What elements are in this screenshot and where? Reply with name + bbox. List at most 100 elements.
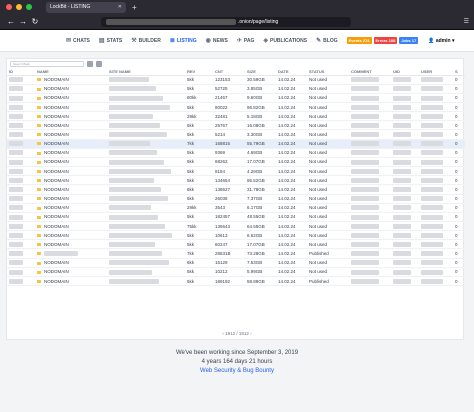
table-row[interactable]: NODOMAIN 5kk 52725 3.85GB 14.02.24 Not used 0 [7, 84, 465, 94]
prev-page-icon[interactable]: ‹ [222, 331, 224, 336]
redacted-uid [393, 168, 411, 174]
menu-item-listing[interactable]: ≣ LISTING [170, 37, 197, 45]
cell-comment [349, 203, 391, 213]
cell-date: 14.02.24 [276, 166, 307, 177]
table-row[interactable]: NODOMAIN 5kk 9369 4.69GB 14.02.24 Not used 0 [7, 148, 465, 158]
table-row[interactable]: NODOMAIN 5kk 134654 86.52GB 14.02.24 Not used… [7, 175, 465, 186]
chat-icon: ✉ [66, 38, 72, 44]
cell-name[interactable]: NODOMAIN [35, 84, 107, 94]
close-window-icon[interactable] [6, 4, 12, 10]
cell-site-name [107, 276, 185, 287]
cell-name[interactable]: NODOMAIN [35, 120, 107, 131]
redacted-comment [351, 113, 379, 119]
cell-site-name [107, 267, 185, 277]
redacted-comment [351, 159, 379, 165]
reload-icon[interactable]: ↻ [29, 17, 41, 26]
table-row[interactable]: NODOMAIN 7kk 168815 55.79GB 14.02.24 Not used… [7, 139, 465, 149]
pagination[interactable]: ‹ 1912 / 1912 › [0, 331, 474, 336]
menu-item-chats[interactable]: ✉ CHATS [66, 37, 90, 45]
cell-comment [349, 230, 391, 241]
cell-name[interactable]: NODOMAIN [35, 258, 107, 268]
cell-name[interactable]: NODOMAIN [35, 203, 107, 213]
table-row[interactable]: NODOMAIN 5kk 10613 6.62GB 14.02.24 Not used 0 [7, 230, 465, 241]
table-row[interactable]: NODOMAIN 80kk 21467 9.60GB 14.02.24 Not used 0 [7, 93, 465, 103]
forward-icon[interactable]: → [17, 17, 29, 26]
table-row[interactable]: NODOMAIN 75kk 135643 64.55GB 14.02.24 Not use… [7, 221, 465, 232]
menu-icon[interactable]: ☰ [464, 18, 469, 25]
cell-site-name [107, 230, 185, 241]
cell-name[interactable]: NODOMAIN [35, 184, 107, 195]
cell-comment [349, 276, 391, 287]
new-tab-icon[interactable]: + [132, 3, 137, 12]
redacted-user [421, 104, 443, 110]
table-row[interactable]: NODOMAIN 5kk 182457 48.55GB 14.02.24 Not used… [7, 212, 465, 223]
listing-toolbar: Search Back [7, 59, 463, 69]
table-row[interactable]: NODOMAIN 5kk 5214 3.30GB 14.02.24 Not used 0 [7, 129, 465, 140]
jobs-badge[interactable]: Jobs 17 [399, 37, 419, 44]
menu-item-blog[interactable]: ✎ BLOG [316, 37, 337, 45]
errors-badge[interactable]: Errors 108 [373, 37, 398, 44]
cell-name[interactable]: NODOMAIN [35, 166, 107, 177]
cell-s: 0 [453, 139, 465, 149]
cell-name[interactable]: NODOMAIN [35, 175, 107, 186]
row-name: NODOMAIN [44, 77, 69, 83]
menu-item-pag[interactable]: ✈ PAG [237, 37, 255, 45]
cell-name[interactable]: NODOMAIN [35, 129, 107, 140]
folder-icon [37, 224, 41, 228]
redacted-user [421, 159, 443, 165]
cell-status: Published [307, 276, 349, 287]
cell-size: 4.69GB [245, 148, 276, 158]
table-row[interactable]: NODOMAIN 6kk 15129 7.53GB 14.02.24 Not used 0 [7, 258, 465, 268]
cell-size: 73.28GB [245, 248, 276, 259]
cell-site-name [107, 221, 185, 232]
cell-name[interactable]: NODOMAIN [35, 148, 107, 158]
footer-bug-bounty-link[interactable]: Web Security & Bug Bounty [0, 368, 474, 374]
filter-icon[interactable] [87, 61, 93, 67]
maximize-window-icon[interactable] [26, 4, 32, 10]
menu-item-news[interactable]: ◉ NEWS [206, 37, 228, 45]
table-row[interactable]: NODOMAIN 29kk 3543 6.17GB 14.02.24 Not used 0 [7, 203, 465, 213]
cell-name[interactable]: NODOMAIN [35, 212, 107, 223]
cell-name[interactable]: NODOMAIN [35, 157, 107, 168]
table-row[interactable]: NODOMAIN 5kk 25767 16.08GB 14.02.24 Not used 0 [7, 120, 465, 131]
menu-item-stats[interactable]: ▤ STATS [99, 37, 122, 45]
cell-name[interactable]: NODOMAIN [35, 267, 107, 277]
close-tab-icon[interactable]: ✕ [118, 4, 122, 10]
minimize-window-icon[interactable] [16, 4, 22, 10]
table-row[interactable]: NODOMAIN 5kk 10212 5.99GB 14.02.24 Not used 0 [7, 267, 465, 277]
table-row[interactable]: NODOMAIN 5kk 68262 17.07GB 14.02.24 Not used 0 [7, 157, 465, 168]
events-badge[interactable]: Events 274 [346, 37, 372, 44]
cell-site-name [107, 84, 185, 94]
cell-name[interactable]: NODOMAIN [35, 75, 107, 85]
folder-add-icon[interactable] [96, 61, 102, 67]
table-row[interactable]: NODOMAIN 5kk 189192 58.89GB 14.02.24 Publishe… [7, 276, 465, 287]
cell-name[interactable]: NODOMAIN [35, 102, 107, 113]
cell-name[interactable]: NODOMAIN [35, 139, 107, 149]
next-page-icon[interactable]: › [250, 331, 252, 336]
back-icon[interactable]: ← [5, 17, 17, 26]
table-row[interactable]: NODOMAIN 29kk 32481 5.18GB 14.02.24 Not used 0 [7, 111, 465, 122]
cell-name[interactable]: NODOMAIN [35, 276, 107, 287]
admin-menu[interactable]: 👤 admin ▾ [428, 38, 454, 44]
table-row[interactable]: 7kk 28531B 73.28GB 14.02.24 Published 0 [7, 248, 465, 259]
address-bar[interactable]: .onion/page/listing [101, 16, 351, 27]
redacted-id [9, 168, 23, 174]
cell-name[interactable]: NODOMAIN [35, 221, 107, 232]
search-input[interactable]: Search Back [10, 61, 84, 67]
menu-item-publications[interactable]: ◈ PUBLICATIONS [263, 37, 307, 45]
cell-name[interactable]: NODOMAIN [35, 239, 107, 250]
cell-name[interactable]: NODOMAIN [35, 93, 107, 103]
cell-name[interactable]: NODOMAIN [35, 230, 107, 241]
table-row[interactable]: NODOMAIN 5kk 8184 4.29GB 14.02.24 Not used 0 [7, 166, 465, 177]
cell-name[interactable]: NODOMAIN [35, 111, 107, 122]
table-row[interactable]: NODOMAIN 5kk 123153 30.59GB 14.02.24 Not used… [7, 75, 465, 85]
cell-name[interactable] [35, 248, 107, 259]
menu-item-builder[interactable]: ⚒ BUILDER [131, 37, 161, 45]
browser-tab[interactable]: LockBit - LISTING ✕ [46, 1, 126, 13]
table-row[interactable]: NODOMAIN 8kk 138627 31.78GB 14.02.24 Not used… [7, 184, 465, 195]
cell-date: 14.02.24 [276, 194, 307, 204]
table-row[interactable]: NODOMAIN 5kk 26036 7.37GB 14.02.24 Not used 0 [7, 194, 465, 204]
table-row[interactable]: NODOMAIN 5kk 60247 17.07GB 14.02.24 Not used 0 [7, 239, 465, 250]
cell-name[interactable]: NODOMAIN [35, 194, 107, 204]
table-row[interactable]: NODOMAIN 5kk 80022 96.82GB 14.02.24 Not used 0 [7, 102, 465, 113]
